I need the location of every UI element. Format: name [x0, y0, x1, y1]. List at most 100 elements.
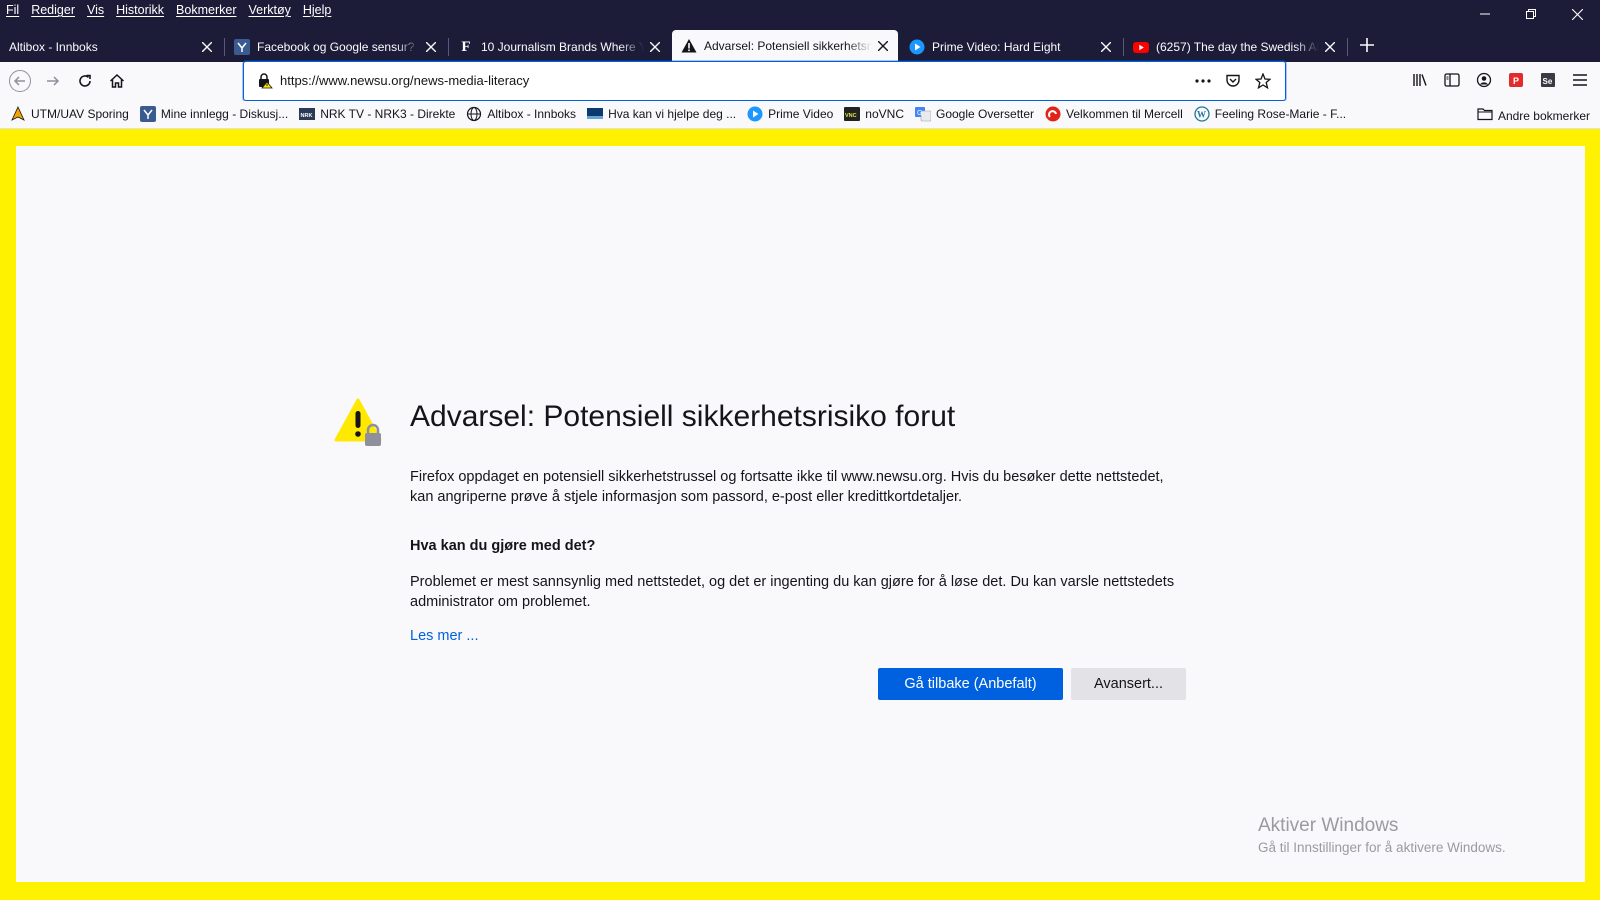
toolbar-right: P Se	[1408, 68, 1592, 92]
tab-label: 10 Journalism Brands Where You	[481, 40, 644, 54]
pocket-icon	[1226, 74, 1240, 87]
menu-item-hjelp[interactable]: Hjelp	[303, 3, 332, 17]
account-button[interactable]	[1472, 68, 1496, 92]
bookmark-label: Velkommen til Mercell	[1066, 107, 1183, 121]
bookmark-altibox[interactable]: Altibox - Innboks	[466, 106, 576, 122]
star-icon	[1255, 73, 1271, 89]
warning-lock-icon	[334, 398, 390, 454]
bookmark-label: UTM/UAV Sporing	[31, 107, 129, 121]
bookmarks-toolbar: UTM/UAV Sporing Mine innlegg - Diskusj..…	[0, 101, 1600, 129]
bookmark-utm-uav[interactable]: UTM/UAV Sporing	[10, 106, 129, 122]
other-bookmarks-button[interactable]: Andre bokmerker	[1477, 106, 1590, 125]
home-icon	[109, 73, 125, 88]
tab-close-button[interactable]	[1319, 36, 1341, 58]
restore-button[interactable]	[1508, 0, 1554, 28]
bookmark-feeling-rose-marie[interactable]: W Feeling Rose-Marie - F...	[1194, 106, 1346, 122]
library-icon	[1413, 74, 1427, 86]
reload-button[interactable]	[71, 67, 99, 95]
menu-item-verktoy[interactable]: Verktøy	[248, 3, 290, 17]
extension-button-p[interactable]: P	[1504, 68, 1528, 92]
menu-item-fil[interactable]: Fil	[6, 3, 19, 17]
page-actions-button[interactable]	[1193, 71, 1213, 91]
menu-bar: Fil Rediger Vis Historikk Bokmerker Verk…	[6, 3, 331, 17]
minimize-button[interactable]	[1462, 0, 1508, 28]
tab-facebook-google[interactable]: Facebook og Google sensur? - S	[225, 32, 446, 62]
menu-item-vis[interactable]: Vis	[87, 3, 104, 17]
bookmark-nrk-tv[interactable]: NRK NRK TV - NRK3 - Direkte	[299, 106, 455, 122]
activation-title: Aktiver Windows	[1258, 815, 1399, 836]
tab-close-button[interactable]	[644, 36, 666, 58]
url-text[interactable]: https://www.newsu.org/news-media-literac…	[280, 73, 529, 88]
tab-label: (6257) The day the Swedish Air	[1156, 40, 1319, 54]
bookmark-label: Hva kan vi hjelpe deg ...	[608, 107, 737, 121]
tab-close-button[interactable]	[196, 36, 218, 58]
menu-button[interactable]	[1568, 68, 1592, 92]
menu-item-rediger[interactable]: Rediger	[31, 3, 75, 17]
page-title: Advarsel: Potensiell sikkerhetsrisiko fo…	[410, 400, 956, 433]
close-icon	[878, 41, 888, 51]
bookmark-hva-kan-vi[interactable]: Hva kan vi hjelpe deg ...	[587, 106, 736, 122]
activation-subtitle: Gå til Innstillinger for å aktivere Wind…	[1258, 840, 1506, 855]
close-window-button[interactable]	[1554, 0, 1600, 28]
tab-journalism-brands[interactable]: F 10 Journalism Brands Where You	[449, 32, 670, 62]
bookmark-prime-video[interactable]: Prime Video	[747, 106, 833, 122]
go-back-button[interactable]: Gå tilbake (Anbefalt)	[878, 668, 1063, 700]
arrow-left-icon	[9, 70, 31, 92]
pocket-button[interactable]	[1223, 71, 1243, 91]
tab-security-warning[interactable]: Advarsel: Potensiell sikkerhetsrisiko	[672, 30, 898, 62]
library-button[interactable]	[1408, 68, 1432, 92]
tab-close-button[interactable]	[1095, 36, 1117, 58]
learn-more-link[interactable]: Les mer ...	[410, 628, 479, 644]
account-icon	[1476, 72, 1492, 88]
extension-button-se[interactable]: Se	[1536, 68, 1560, 92]
menu-item-historikk[interactable]: Historikk	[116, 3, 164, 17]
svg-text:Se: Se	[1543, 77, 1553, 86]
bookmark-mercell[interactable]: Velkommen til Mercell	[1045, 106, 1183, 122]
hamburger-icon	[1573, 74, 1587, 86]
extension-p-icon: P	[1509, 73, 1523, 87]
tab-altibox[interactable]: Altibox - Innboks	[0, 32, 222, 62]
insecure-lock-icon[interactable]	[256, 72, 274, 90]
bookmark-label: Altibox - Innboks	[487, 107, 577, 121]
bookmark-novnc[interactable]: VNC noVNC	[844, 106, 904, 122]
vnc-icon: VNC	[844, 106, 861, 122]
tab-prime-video[interactable]: Prime Video: Hard Eight	[900, 32, 1121, 62]
url-bar[interactable]: https://www.newsu.org/news-media-literac…	[243, 61, 1286, 101]
tab-close-button[interactable]	[420, 36, 442, 58]
tab-close-button[interactable]	[872, 35, 894, 57]
bookmark-label: Mine innlegg - Diskusj...	[160, 107, 289, 121]
wordpress-icon: W	[1194, 106, 1210, 122]
menu-item-bokmerker[interactable]: Bokmerker	[176, 3, 236, 17]
navigation-bar: https://www.newsu.org/news-media-literac…	[0, 61, 1600, 101]
prime-video-icon	[747, 106, 763, 122]
tab-label: Advarsel: Potensiell sikkerhetsrisiko	[704, 39, 872, 53]
forum-icon	[234, 39, 250, 55]
close-icon	[1325, 42, 1335, 52]
drone-icon	[10, 106, 26, 122]
tab-separator	[1347, 38, 1348, 56]
back-button[interactable]	[6, 67, 34, 95]
bookmark-star-button[interactable]	[1253, 71, 1273, 91]
sidebar-button[interactable]	[1440, 68, 1464, 92]
close-icon	[202, 42, 212, 52]
bookmark-mine-innlegg[interactable]: Mine innlegg - Diskusj...	[139, 106, 289, 122]
new-tab-button[interactable]	[1355, 33, 1379, 57]
tab-youtube[interactable]: (6257) The day the Swedish Air	[1124, 32, 1345, 62]
more-dots-icon	[1195, 79, 1211, 83]
bookmark-label: Feeling Rose-Marie - F...	[1214, 107, 1347, 121]
title-bar: Fil Rediger Vis Historikk Bokmerker Verk…	[0, 0, 1600, 28]
other-bookmarks-label: Andre bokmerker	[1497, 108, 1590, 123]
forum-icon	[139, 106, 156, 122]
globe-icon	[466, 106, 482, 122]
mercell-icon	[1045, 106, 1061, 122]
forward-button[interactable]	[39, 67, 67, 95]
bookmark-google-oversetter[interactable]: G Google Oversetter	[914, 106, 1034, 122]
nrk-icon: NRK	[299, 106, 316, 122]
advanced-button[interactable]: Avansert...	[1071, 668, 1186, 700]
flag-icon	[587, 106, 604, 122]
folder-icon	[1477, 106, 1493, 125]
bookmark-label: NRK TV - NRK3 - Direkte	[320, 107, 456, 121]
home-button[interactable]	[103, 67, 131, 95]
close-icon	[1571, 8, 1583, 20]
restore-icon	[1526, 9, 1536, 19]
